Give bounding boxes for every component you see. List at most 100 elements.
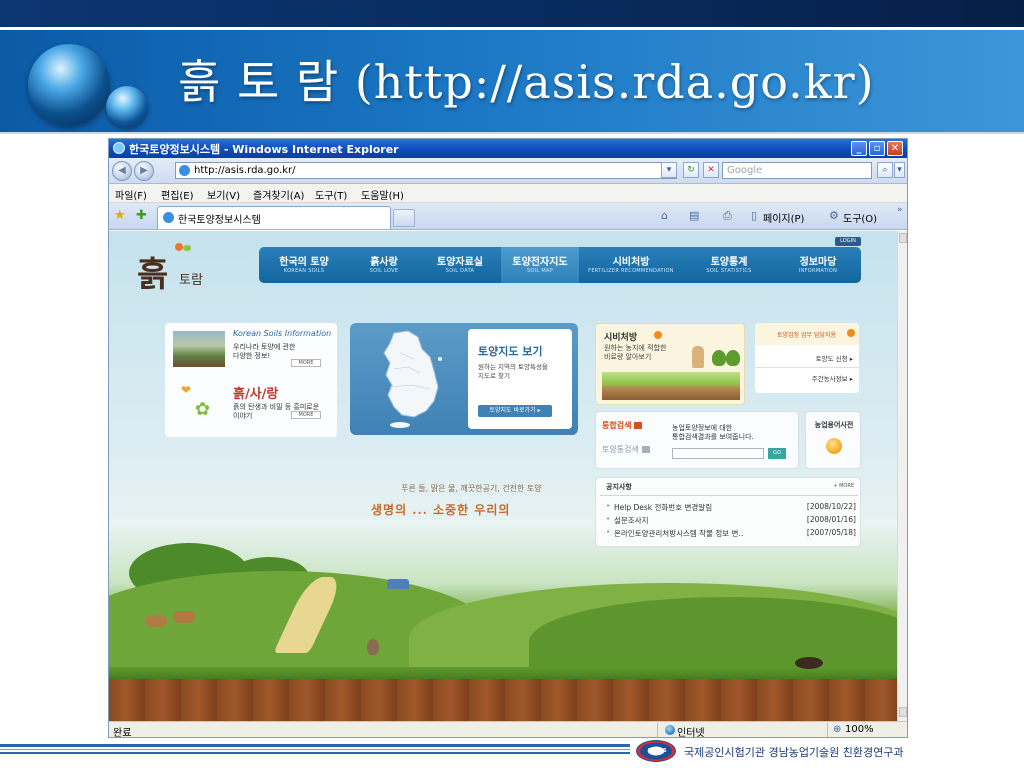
site-search-input[interactable] — [672, 448, 764, 459]
fertilizer-desc-line: 원하는 농지에 적합한 — [604, 344, 667, 352]
search-tab-integrated[interactable]: 통합검색 — [602, 420, 643, 431]
site-logo-main[interactable]: 흙 — [137, 247, 168, 296]
tree-icon — [726, 350, 740, 366]
main-nav: 한국의 토양 KOREAN SOILS 흙사랑 SOIL LOVE 토양자료실 … — [259, 247, 861, 283]
refresh-button[interactable]: ↻ — [683, 162, 699, 178]
back-button[interactable]: ◀ — [112, 161, 132, 181]
nav-sublabel: SOIL LOVE — [369, 268, 399, 274]
title-orb-icon — [28, 44, 110, 126]
vertical-scrollbar[interactable] — [897, 231, 907, 721]
korea-map-icon[interactable] — [364, 329, 454, 429]
nav-soil-map[interactable]: 토양전자지도 SOIL MAP — [501, 247, 579, 283]
soil-test-header[interactable]: 토양검정 업무 담당자용 — [755, 323, 859, 345]
forward-button[interactable]: ▶ — [134, 161, 154, 181]
scroll-down-button[interactable] — [899, 707, 907, 717]
browser-window: 한국토양정보시스템 - Windows Internet Explorer _ … — [108, 138, 908, 738]
print-icon[interactable]: ⎙ — [723, 209, 732, 223]
slide-title: 흙 토 람 (http://asis.rda.go.kr) — [178, 55, 875, 109]
new-tab-button[interactable] — [393, 209, 415, 227]
ksi-title[interactable]: Korean Soils Information — [233, 329, 331, 338]
search-icon[interactable]: ⌕ — [877, 162, 893, 178]
tree-icon — [712, 350, 726, 366]
add-favorite-icon[interactable]: ✚ — [136, 208, 147, 223]
notice-row[interactable]: • Help Desk 전화번호 변경알림 [2008/10/22] — [606, 502, 856, 513]
nav-sublabel: INFORMATION — [798, 268, 838, 274]
nav-label: 한국의 토양 — [279, 257, 329, 268]
minimize-button[interactable]: _ — [851, 141, 867, 156]
security-zone[interactable]: 인터넷 — [677, 724, 705, 737]
notice-row[interactable]: • 온라인토양관리처방시스템 작물 정보 변.. [2007/05/18] — [606, 528, 856, 539]
restore-button[interactable]: ▫ — [869, 141, 885, 156]
fertilizer-panel[interactable]: 시비처방 원하는 농지에 적합한 비료량 알아보기 — [595, 323, 745, 405]
clover-icon: ✿ — [195, 399, 211, 420]
nav-soil-data[interactable]: 토양자료실 SOIL DATA — [419, 247, 501, 283]
soil-map-go-label: 토양지도 바로가기 — [489, 407, 536, 414]
soil-map-card: 토양지도 보기 원하는 지역의 토양특성을 지도로 찾기 토양지도 바로가기 ▸ — [468, 329, 572, 429]
logo-leaf-icon — [183, 245, 191, 251]
window-title: 한국토양정보시스템 - Windows Internet Explorer — [129, 143, 399, 156]
menu-favorites[interactable]: 즐겨찾기(A) — [253, 187, 304, 202]
soil-map-go-button[interactable]: 토양지도 바로가기 ▸ — [478, 405, 552, 417]
soil-test-title: 토양검정 업무 담당자용 — [777, 332, 837, 339]
zoom-level[interactable]: 100% — [845, 724, 874, 735]
toolbar-overflow-icon[interactable]: » — [897, 205, 903, 215]
close-window-button[interactable]: ✕ — [887, 141, 903, 156]
heuksarang-more-button[interactable]: MORE — [291, 411, 321, 419]
home-icon[interactable]: ⌂ — [661, 209, 668, 222]
logo-dot-icon — [175, 243, 183, 251]
nav-korean-soils[interactable]: 한국의 토양 KOREAN SOILS — [259, 247, 349, 283]
menu-view[interactable]: 보기(V) — [207, 187, 240, 202]
favorites-star-icon[interactable]: ★ — [114, 208, 126, 223]
menu-tools[interactable]: 도구(T) — [315, 187, 347, 202]
ie-logo-icon — [113, 142, 125, 154]
stop-button[interactable]: ✕ — [703, 162, 719, 178]
nav-information[interactable]: 정보마당 INFORMATION — [775, 247, 861, 283]
tab-active[interactable]: 한국토양정보시스템 — [157, 206, 391, 229]
menu-help[interactable]: 도움말(H) — [361, 187, 404, 202]
nav-sublabel: FERTILIZER RECOMMENDATION — [588, 268, 674, 274]
nav-fertilizer[interactable]: 시비처방 FERTILIZER RECOMMENDATION — [579, 247, 683, 283]
deer-icon — [173, 611, 195, 623]
feeds-icon[interactable]: ▤ — [689, 209, 699, 222]
weekly-farming-link[interactable]: 주간농사정보 ▸ — [812, 373, 853, 383]
tab-arrow-icon — [634, 422, 643, 429]
heuksarang-title[interactable]: 흙/사/랑 — [233, 383, 278, 402]
house-icon — [387, 579, 409, 589]
nav-soil-statistics[interactable]: 토양통계 SOIL STATISTICS — [683, 247, 775, 283]
address-dropdown-button[interactable]: ▾ — [661, 162, 677, 178]
search-description: 농업토양정보에 대한 통합검색결과를 보여줍니다. — [672, 424, 754, 442]
search-options-button[interactable]: ▾ — [894, 162, 905, 178]
menu-edit[interactable]: 편집(E) — [161, 187, 194, 202]
scroll-up-button[interactable] — [899, 233, 907, 243]
ksi-more-button[interactable]: MORE — [291, 359, 321, 367]
soil-map-desc-line: 지도로 찾기 — [478, 372, 510, 380]
search-tab-soil[interactable]: 토양통검색 — [602, 444, 650, 455]
nav-label: 흙사랑 — [370, 257, 398, 268]
page-menu[interactable]: 페이지(P) — [763, 210, 804, 225]
notice-row[interactable]: • 설문조사지 [2008/01/16] — [606, 515, 856, 526]
soil-map-description: 원하는 지역의 토양특성을 지도로 찾기 — [478, 363, 548, 381]
tools-menu[interactable]: 도구(O) — [843, 210, 877, 225]
nav-soil-love[interactable]: 흙사랑 SOIL LOVE — [349, 247, 419, 283]
notice-more-link[interactable]: + MORE — [833, 483, 854, 489]
tab-bar: ★ ✚ 한국토양정보시스템 ⌂ ▤ ⎙ ▯ 페이지(P) ⚙ 도구(O) » — [109, 203, 907, 230]
citrus-icon — [826, 438, 842, 454]
intro-panel: Korean Soils Information 우리나라 토양에 관한 다양한… — [165, 323, 337, 437]
nav-sublabel: SOIL DATA — [445, 268, 475, 274]
soil-map-request-link[interactable]: 토양도 신청 ▸ — [816, 353, 853, 363]
heart-icon: ❤ — [181, 383, 192, 397]
landscape-thumbnail[interactable] — [173, 331, 225, 367]
search-input[interactable]: Google — [722, 162, 872, 179]
dictionary-panel[interactable]: 농업용어사전 — [805, 411, 861, 469]
login-button[interactable]: LOGIN — [835, 237, 861, 246]
search-placeholder: Google — [727, 165, 763, 176]
menu-file[interactable]: 파일(F) — [115, 187, 147, 202]
farm-field-illustration — [602, 372, 740, 400]
search-go-button[interactable]: GO — [768, 448, 786, 459]
divider — [755, 367, 859, 368]
site-logo-sub[interactable]: 토람 — [179, 269, 203, 288]
status-bar: 완료 인터넷 ⊕ 100% — [109, 721, 907, 738]
status-text: 완료 — [113, 728, 132, 738]
footer-rule — [0, 744, 630, 747]
address-input[interactable]: http://asis.rda.go.kr/ — [175, 162, 677, 179]
